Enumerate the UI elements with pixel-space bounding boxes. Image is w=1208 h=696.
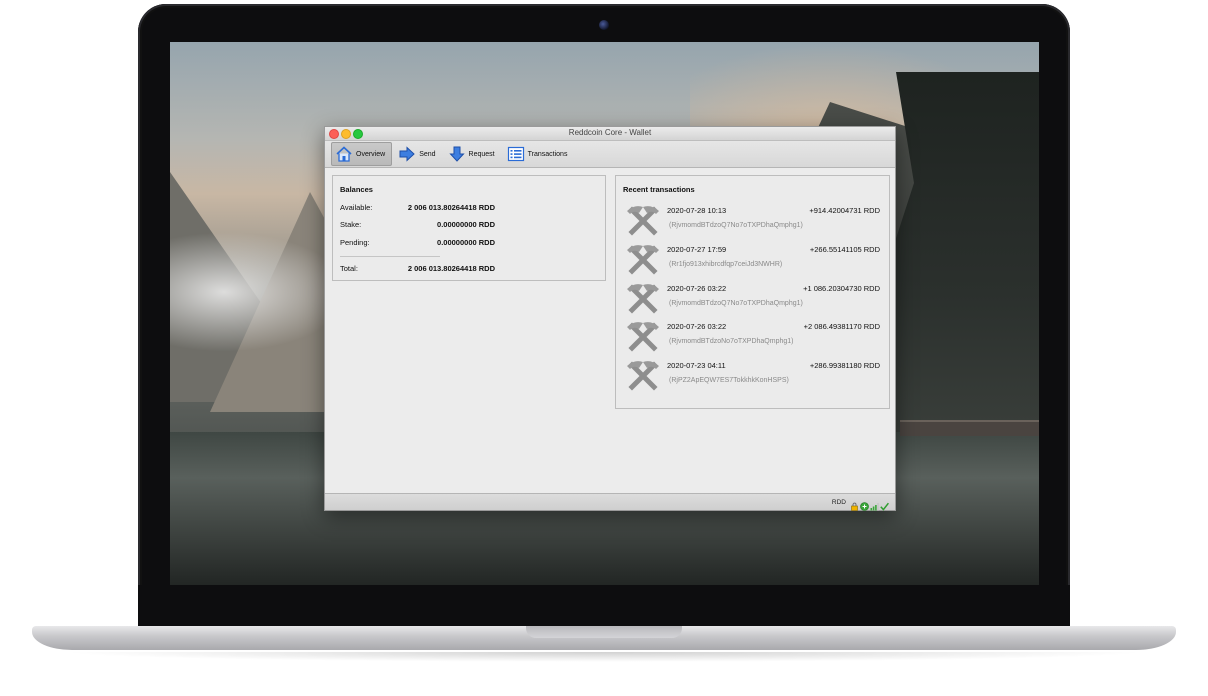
balances-divider (340, 256, 440, 257)
transaction-date: 2020-07-27 17:59 (667, 245, 727, 254)
mined-pickaxe-icon (626, 320, 660, 354)
transaction-amount: +266.55141105 RDD (809, 245, 880, 254)
lock-icon[interactable] (850, 498, 859, 511)
mined-pickaxe-icon (626, 204, 660, 238)
tab-transactions[interactable]: Transactions (504, 143, 574, 165)
receive-arrow-icon (448, 145, 466, 163)
transaction-date: 2020-07-23 04:11 (667, 361, 726, 370)
transaction-item[interactable]: 2020-07-27 17:59 +266.55141105 RDD (Rr1f… (624, 243, 886, 281)
tab-send[interactable]: Send (395, 143, 441, 165)
stake-label: Stake: (340, 220, 362, 229)
toolbar: Overview Send Request Transactions (325, 141, 895, 168)
tab-request[interactable]: Request (445, 143, 501, 165)
recent-transactions-title: Recent transactions (623, 185, 695, 194)
transaction-address: (Rr1fjo913xhibrcdfqp7ceiJd3NWHR) (669, 261, 783, 268)
total-value: 2 006 013.80264418 RDD (407, 264, 495, 273)
transaction-item[interactable]: 2020-07-28 10:13 +914.42004731 RDD (Rjvm… (624, 204, 886, 242)
transaction-address: (RjvmomdBTdzoQ7No7oTXPDhaQmphg1) (669, 300, 803, 307)
transaction-item[interactable]: 2020-07-26 03:22 +1 086.20304730 RDD (Rj… (624, 282, 886, 320)
transaction-amount: +2 086.49381170 RDD (803, 322, 880, 331)
transaction-amount: +286.99381180 RDD (809, 361, 880, 370)
camera-icon (599, 20, 609, 30)
list-icon (507, 145, 525, 163)
transaction-address: (RjvmomdBTdzoNo7oTXPDhaQmphg1) (669, 338, 794, 345)
mined-pickaxe-icon (626, 243, 660, 277)
balances-panel: Balances Available: 2 006 013.80264418 R… (332, 175, 606, 281)
pending-value: 0.00000000 RDD (437, 238, 495, 247)
total-label: Total: (340, 264, 358, 273)
transaction-amount: +1 086.20304730 RDD (803, 284, 880, 293)
mined-pickaxe-icon (626, 359, 660, 393)
transaction-item[interactable]: 2020-07-26 03:22 +2 086.49381170 RDD (Rj… (624, 320, 886, 358)
tab-overview[interactable]: Overview (331, 142, 393, 166)
mined-pickaxe-icon (626, 282, 660, 316)
signal-bars-icon (870, 498, 879, 510)
transaction-amount: +914.42004731 RDD (809, 206, 880, 215)
send-arrow-icon (398, 145, 416, 163)
tab-send-label: Send (419, 150, 436, 158)
home-icon (335, 145, 353, 163)
transaction-address: (RjPZ2ApEQW7ES7TokkhkKonHSPS) (669, 377, 789, 384)
tab-request-label: Request (468, 150, 495, 158)
status-bar: RDD (325, 493, 895, 511)
tab-overview-label: Overview (356, 150, 386, 158)
balances-title: Balances (340, 185, 373, 194)
wallet-window: Reddcoin Core - Wallet Overview Send Req… (324, 126, 896, 511)
available-label: Available: (340, 203, 373, 212)
display-unit[interactable]: RDD (832, 499, 846, 506)
transaction-item[interactable]: 2020-07-23 04:11 +286.99381180 RDD (RjPZ… (624, 359, 886, 397)
window-title: Reddcoin Core - Wallet (568, 128, 652, 137)
stake-value: 0.00000000 RDD (437, 220, 495, 229)
laptop-notch (526, 626, 682, 638)
transaction-date: 2020-07-28 10:13 (667, 206, 727, 215)
transaction-date: 2020-07-26 03:22 (667, 322, 727, 331)
overview-page: Balances Available: 2 006 013.80264418 R… (325, 168, 895, 490)
staking-icon (860, 498, 869, 511)
tab-transactions-label: Transactions (527, 150, 568, 158)
transaction-address: (RjvmomdBTdzoQ7No7oTXPDhaQmphg1) (669, 222, 803, 229)
title-bar[interactable]: Reddcoin Core - Wallet (325, 127, 895, 141)
pending-label: Pending: (340, 238, 370, 247)
recent-transactions-panel: Recent transactions 2020-07-28 10:13 +91… (615, 175, 890, 409)
transaction-date: 2020-07-26 03:22 (667, 284, 727, 293)
synced-check-icon (880, 498, 889, 511)
screen-bezel (138, 585, 1070, 630)
available-value: 2 006 013.80264418 RDD (407, 203, 495, 212)
